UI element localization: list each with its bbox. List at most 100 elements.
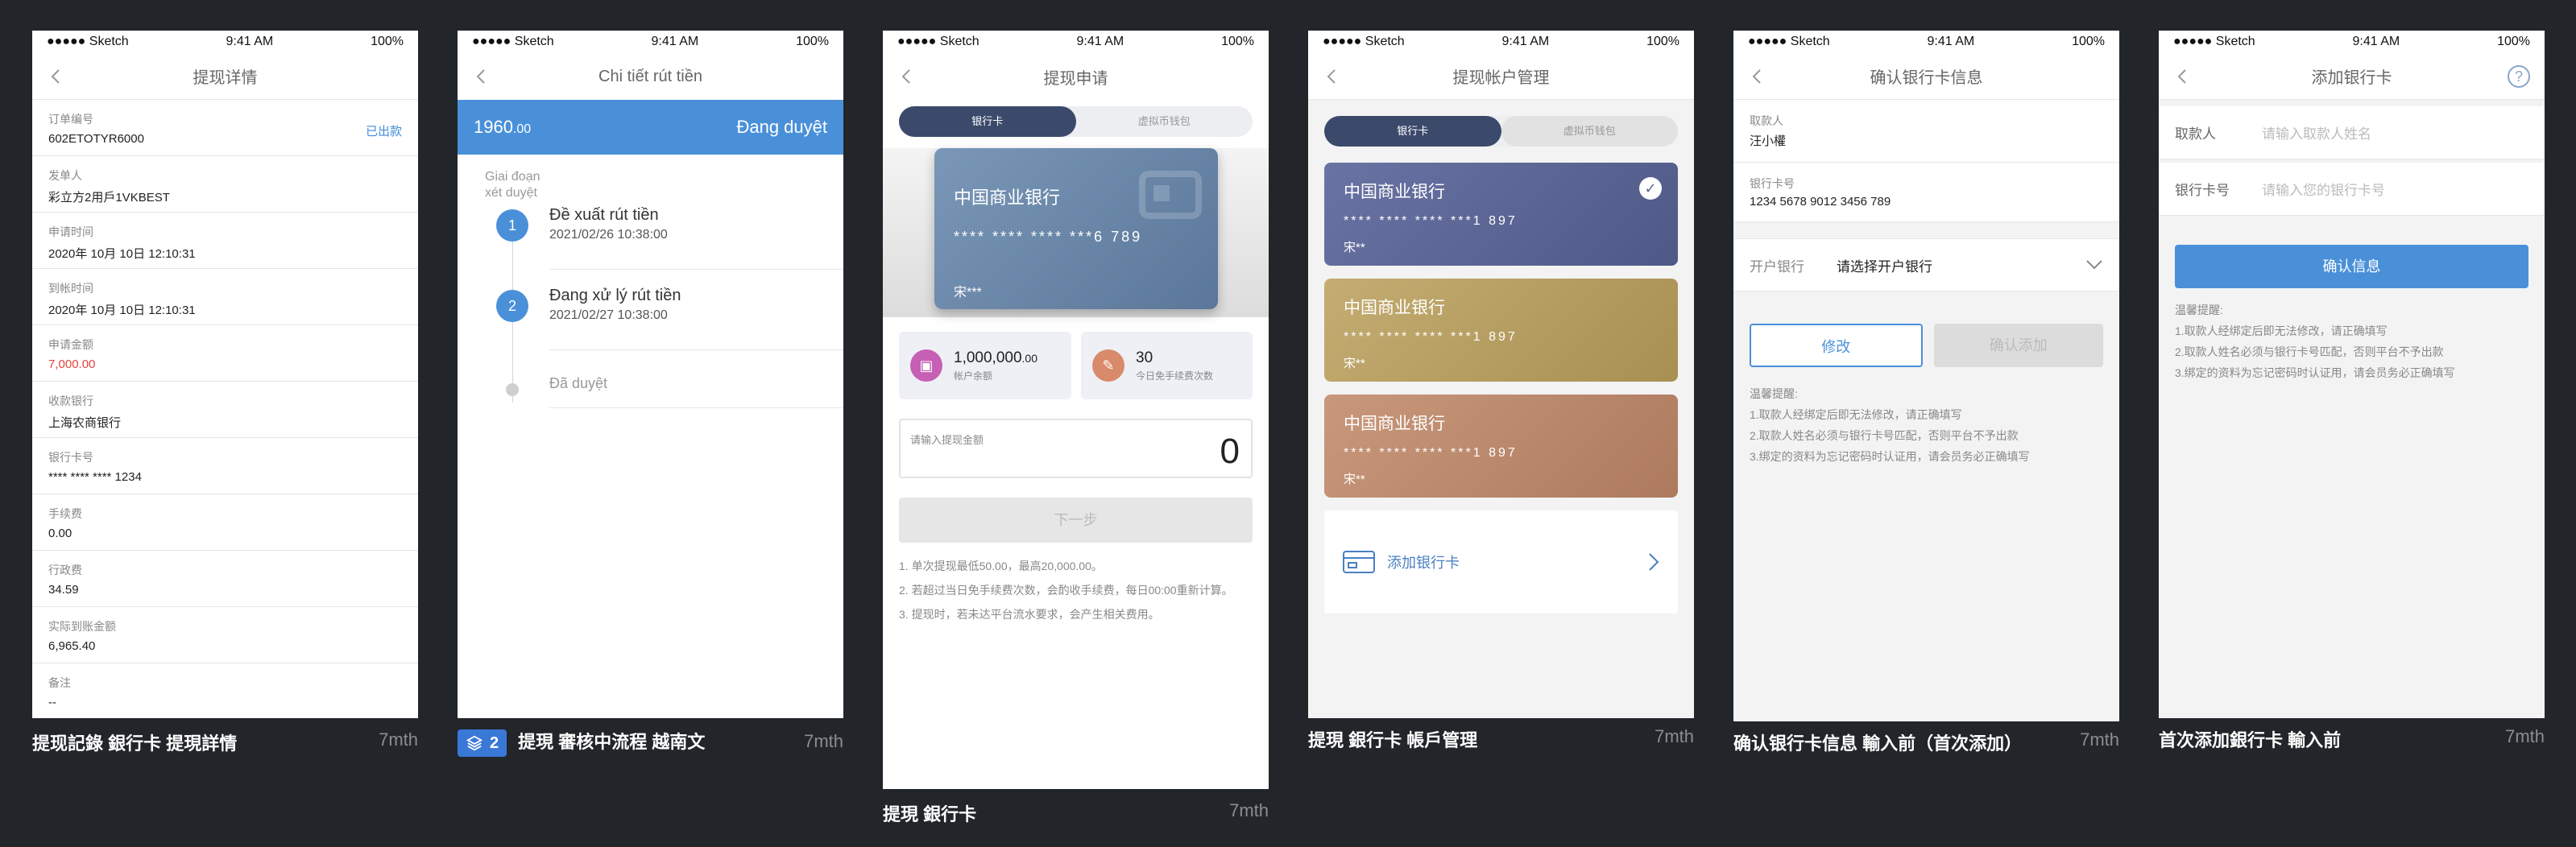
carrier: ●●●●● Sketch bbox=[897, 35, 979, 48]
artboard-caption: 提現 銀行卡 帳戶管理 bbox=[1308, 730, 1478, 750]
confirm-add-button[interactable]: 确认添加 bbox=[1933, 324, 2103, 367]
battery: 100% bbox=[1221, 35, 1254, 48]
bank-card[interactable]: 中国商业银行 **** **** **** ***1 897 宋** bbox=[1324, 279, 1678, 382]
page-title: 添加银行卡 bbox=[2311, 69, 2392, 87]
back-arrow-icon[interactable] bbox=[1748, 67, 1767, 86]
clock: 9:41 AM bbox=[1927, 35, 1975, 48]
page-title: 提现详情 bbox=[193, 69, 258, 87]
clock: 9:41 AM bbox=[1501, 35, 1550, 48]
battery: 100% bbox=[371, 35, 404, 48]
balance-decimal: .00 bbox=[1021, 351, 1037, 365]
detail-row: 申请时间 2020年 10月 10日 12:10:31 bbox=[32, 213, 418, 269]
divider bbox=[549, 349, 843, 350]
bank-card[interactable]: 中国商业银行 **** **** **** ***6 789 宋*** bbox=[934, 148, 1218, 309]
timeline-step: 2 Đang xử lý rút tiền 2021/02/27 10:38:0… bbox=[458, 282, 843, 362]
detail-row: 手续费 0.00 bbox=[32, 494, 418, 551]
caption-bar: 确认银行卡信息 輸入前（首次添加） 7mth bbox=[1733, 729, 2119, 757]
tip-line: 温馨提醒: bbox=[2175, 304, 2223, 316]
row-label: 申请金额 bbox=[48, 338, 93, 351]
row-label: 发单人 bbox=[48, 169, 82, 182]
stage-label-line-2: xét duyệt bbox=[485, 186, 537, 200]
row-value: 0.00 bbox=[48, 527, 72, 540]
row-value: **** **** **** 1234 bbox=[48, 470, 142, 484]
back-arrow-icon[interactable] bbox=[47, 67, 66, 86]
card-carousel: 中国商业银行 **** **** **** ***6 789 宋*** bbox=[883, 148, 1269, 317]
layers-badge[interactable]: 2 bbox=[458, 729, 507, 758]
amount-value: 0 bbox=[1220, 432, 1240, 471]
next-button[interactable]: 下一步 bbox=[899, 498, 1253, 543]
tab-bank-card[interactable]: 银行卡 bbox=[1324, 116, 1501, 147]
tip-line: 2.取款人姓名必须与银行卡号匹配，否则平台不予出款 bbox=[2175, 345, 2444, 358]
modify-button[interactable]: 修改 bbox=[1750, 324, 1923, 367]
carrier: ●●●●● Sketch bbox=[47, 35, 129, 48]
status-tag: 已出款 bbox=[365, 125, 402, 138]
free-times-label: 今日免手续费次数 bbox=[1136, 370, 1214, 382]
card-number: **** **** **** ***1 897 bbox=[1344, 214, 1518, 228]
balance-label: 帐户余额 bbox=[954, 370, 993, 382]
artboard-caption: 2 提現 審核中流程 越南文 bbox=[458, 728, 705, 758]
tip-line: 1.取款人经绑定后即无法修改，请正确填写 bbox=[2175, 324, 2388, 337]
card-number-value: 1234 5678 9012 3456 789 bbox=[1750, 195, 1891, 209]
pending-dot bbox=[506, 383, 519, 396]
status-bar: ●●●●● Sketch 9:41 AM 100% bbox=[1733, 31, 2119, 53]
card-number-input[interactable]: 请输入您的银行卡号 bbox=[2262, 179, 2385, 199]
back-arrow-icon[interactable] bbox=[897, 67, 917, 86]
card-watermark-icon bbox=[1139, 171, 1202, 219]
bank-select[interactable]: 开户银行 请选择开户银行 bbox=[1733, 238, 2119, 291]
row-label: 申请时间 bbox=[48, 225, 93, 238]
back-arrow-icon[interactable] bbox=[1323, 67, 1342, 86]
row-label: 订单编号 bbox=[48, 113, 93, 126]
nav-bar: 提现详情 bbox=[32, 53, 418, 100]
bank-card-selected[interactable]: 中国商业银行 **** **** **** ***1 897 宋** ✓ bbox=[1324, 163, 1678, 266]
phone-screen: ●●●●● Sketch 9:41 AM 100% 确认银行卡信息 取款人 汪小… bbox=[1733, 31, 2119, 721]
artboard-meta: 7mth bbox=[1655, 726, 1694, 746]
card-number: **** **** **** ***1 897 bbox=[1344, 330, 1518, 344]
layers-icon bbox=[466, 735, 483, 751]
help-icon[interactable]: ? bbox=[2508, 65, 2530, 88]
add-bank-card-button[interactable]: 添加银行卡 bbox=[1324, 510, 1678, 614]
card-number: **** **** **** ***6 789 bbox=[954, 229, 1143, 245]
phone-screen: ●●●●● Sketch 9:41 AM 100% 提现申请 银行卡 虚拟币钱包… bbox=[883, 31, 1269, 789]
amount-input[interactable]: 请输入提现金额 0 bbox=[899, 419, 1253, 478]
carrier: ●●●●● Sketch bbox=[472, 35, 554, 48]
bank-select-value: 请选择开户银行 bbox=[1837, 258, 1932, 275]
tips: 温馨提醒: 1.取款人经绑定后即无法修改，请正确填写 2.取款人姓名必须与银行卡… bbox=[1733, 367, 2119, 467]
artboard-caption: 提現 銀行卡 bbox=[883, 804, 977, 824]
nav-bar: 提现申请 bbox=[883, 53, 1269, 100]
row-value: 602ETOTYR6000 bbox=[48, 132, 144, 146]
step-title: Đã duyệt bbox=[549, 375, 608, 391]
back-arrow-icon[interactable] bbox=[2173, 67, 2193, 86]
card-input-row[interactable]: 银行卡号 请输入您的银行卡号 bbox=[2159, 163, 2545, 216]
bank-card[interactable]: 中国商业银行 **** **** **** ***1 897 宋** bbox=[1324, 395, 1678, 498]
card-bank-name: 中国商业银行 bbox=[1344, 183, 1445, 201]
nav-bar: 添加银行卡 ? bbox=[2159, 53, 2545, 100]
step-time: 2021/02/27 10:38:00 bbox=[549, 308, 668, 322]
card-number: **** **** **** ***1 897 bbox=[1344, 446, 1518, 460]
detail-row: 订单编号 602ETOTYR6000 已出款 bbox=[32, 100, 418, 156]
amount: 1960.00 bbox=[474, 117, 531, 138]
payee-input-row[interactable]: 取款人 请输入取款人姓名 bbox=[2159, 106, 2545, 159]
step-time: 2021/02/26 10:38:00 bbox=[549, 228, 668, 242]
bank-label: 开户银行 bbox=[1750, 258, 1804, 275]
carrier: ●●●●● Sketch bbox=[1323, 35, 1405, 48]
add-card-label: 添加银行卡 bbox=[1387, 555, 1460, 571]
tab-bank-card[interactable]: 银行卡 bbox=[899, 106, 1076, 137]
step-number: 2 bbox=[496, 290, 528, 322]
tip-line: 3.绑定的资料为忘记密码时认证用，请会员务必正确填写 bbox=[2175, 366, 2455, 379]
card-holder: 宋*** bbox=[954, 286, 982, 300]
back-arrow-icon[interactable] bbox=[472, 67, 491, 86]
tab-crypto-wallet[interactable]: 虚拟币钱包 bbox=[1076, 106, 1253, 137]
caption-bar: 首次添加銀行卡 輸入前 7mth bbox=[2159, 726, 2545, 754]
detail-row: 发单人 彩立方2用戶1VKBEST bbox=[32, 156, 418, 213]
divider bbox=[549, 407, 843, 408]
payee-label: 取款人 bbox=[1750, 114, 1783, 127]
chevron-down-icon bbox=[2086, 260, 2102, 270]
free-times-value: 30 bbox=[1136, 349, 1153, 366]
row-label: 手续费 bbox=[48, 507, 82, 520]
stage-label-line-1: Giai đoạn bbox=[485, 170, 540, 184]
clock: 9:41 AM bbox=[226, 35, 274, 48]
tab-crypto-wallet[interactable]: 虚拟币钱包 bbox=[1501, 116, 1678, 147]
confirm-info-button[interactable]: 确认信息 bbox=[2175, 245, 2528, 288]
payee-input[interactable]: 请输入取款人姓名 bbox=[2262, 122, 2371, 143]
artboard-withdraw-detail: ●●●●● Sketch 9:41 AM 100% 提现详情 订单编号 602ET… bbox=[32, 31, 418, 718]
